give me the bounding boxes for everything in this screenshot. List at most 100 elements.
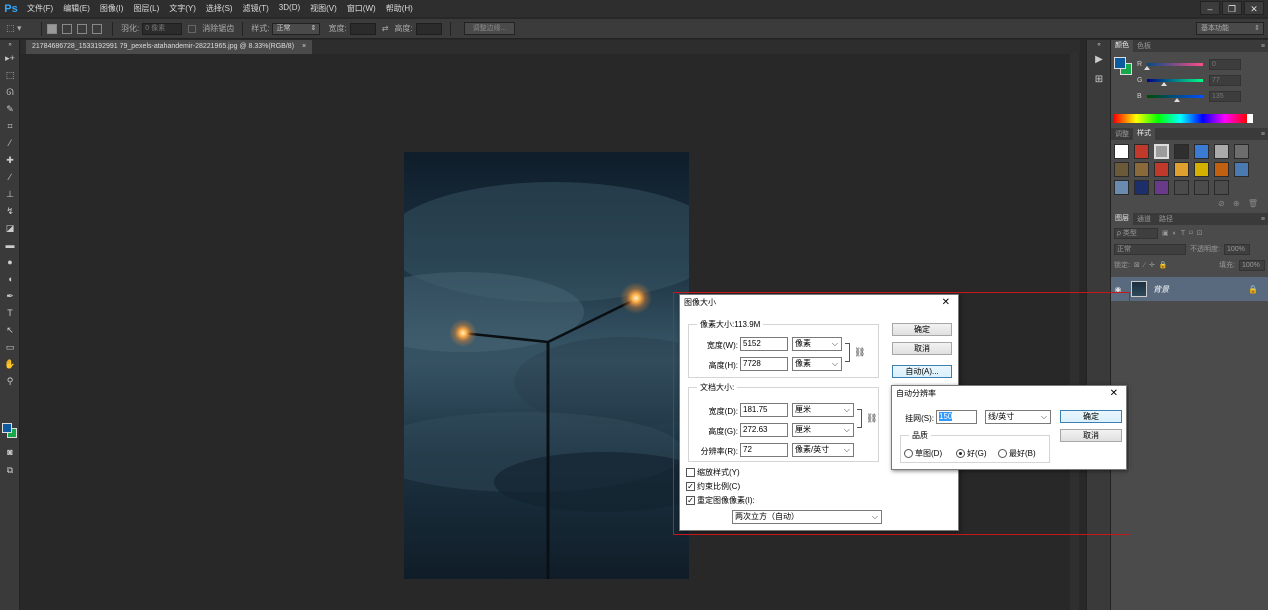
style-swatch[interactable] [1154, 162, 1169, 177]
menu-item[interactable]: 选择(S) [201, 3, 238, 14]
style-swatch[interactable] [1154, 180, 1169, 195]
style-swatch[interactable] [1114, 162, 1129, 177]
style-swatch[interactable] [1234, 144, 1249, 159]
channel-slider[interactable] [1144, 62, 1203, 70]
close-icon[interactable]: ✕ [1110, 386, 1118, 401]
crop-tool-icon[interactable]: ⌗ [0, 118, 20, 135]
intersect-selection-icon[interactable] [92, 23, 102, 34]
dodge-tool-icon[interactable]: ◖ [0, 271, 20, 288]
constrain-proportions-checkbox[interactable]: ✓ 约束比例(C) [686, 481, 740, 492]
tab-adjustments[interactable]: 调整 [1111, 129, 1133, 139]
properties-icon[interactable]: ⊞ [1087, 70, 1111, 90]
channel-value-input[interactable]: 0 [1209, 58, 1241, 70]
pixel-width-input[interactable]: 5152 [740, 337, 788, 351]
lock-all-icon[interactable]: 🔒 [1159, 261, 1168, 269]
style-select[interactable]: 正常 ⇕ [272, 22, 321, 35]
auto-button[interactable]: 自动(A)... [892, 365, 952, 378]
layer-row-background[interactable]: ◉ 背景 🔒 [1111, 277, 1268, 301]
gradient-tool-icon[interactable]: ▬ [0, 237, 20, 254]
shape-tool-icon[interactable]: ▭ [0, 339, 20, 356]
panel-menu-icon[interactable]: ≡ [1261, 216, 1265, 223]
vertical-scrollbar[interactable] [1070, 54, 1079, 610]
scale-styles-checkbox[interactable]: 缩放样式(Y) [686, 467, 740, 478]
type-tool-icon[interactable]: T [0, 305, 20, 322]
minimize-button[interactable]: – [1200, 1, 1220, 15]
menu-item[interactable]: 窗口(W) [342, 3, 381, 14]
style-swatch[interactable] [1194, 180, 1209, 195]
tab-paths[interactable]: 路径 [1155, 214, 1177, 224]
cancel-button[interactable]: 取消 [892, 342, 952, 355]
style-swatch[interactable] [1214, 162, 1229, 177]
panel-menu-icon[interactable]: ≡ [1261, 131, 1265, 138]
path-select-tool-icon[interactable]: ↖ [0, 322, 20, 339]
blend-mode-select[interactable]: 正常 [1114, 243, 1186, 255]
zoom-tool-icon[interactable]: ⚲ [0, 373, 20, 390]
resolution-input[interactable]: 72 [740, 443, 788, 457]
style-swatch[interactable] [1194, 144, 1209, 159]
clear-style-icon[interactable]: ⊘ [1218, 199, 1225, 208]
ok-button[interactable]: 确定 [1060, 410, 1122, 423]
fill-input[interactable]: 100% [1239, 259, 1265, 271]
doc-height-input[interactable]: 272.63 [740, 423, 788, 437]
smart-filter-icon[interactable]: ⊡ [1197, 229, 1203, 237]
menu-item[interactable]: 图层(L) [128, 3, 164, 14]
pen-tool-icon[interactable]: ✒ [0, 288, 20, 305]
screen-mode-icon[interactable]: ⧉ [0, 462, 20, 479]
foreground-color-swatch[interactable] [2, 423, 12, 433]
foreground-color-swatch[interactable] [1114, 57, 1126, 69]
style-swatch[interactable] [1174, 180, 1189, 195]
style-swatch[interactable] [1174, 144, 1189, 159]
collapse-icon[interactable]: » [0, 40, 20, 50]
resolution-unit-select[interactable]: 像素/英寸 ⌵ [792, 443, 854, 457]
style-swatch[interactable] [1134, 144, 1149, 159]
doc-height-unit-select[interactable]: 厘米 ⌵ [792, 423, 854, 437]
move-tool-icon[interactable]: ▸+ [0, 50, 20, 67]
ok-button[interactable]: 确定 [892, 323, 952, 336]
channel-slider[interactable] [1147, 78, 1203, 86]
collapse-icon[interactable]: « [1087, 40, 1111, 50]
tab-layers[interactable]: 图层 [1111, 213, 1133, 225]
menu-item[interactable]: 文件(F) [22, 3, 58, 14]
hand-tool-icon[interactable]: ✋ [0, 356, 20, 373]
type-filter-icon[interactable]: T [1181, 230, 1185, 237]
height-input[interactable] [415, 22, 442, 35]
pixel-width-unit-select[interactable]: 像素 ⌵ [792, 337, 842, 351]
layer-kind-filter[interactable]: ρ 类型 [1114, 227, 1158, 239]
menu-item[interactable]: 滤镜(T) [238, 3, 274, 14]
antialias-checkbox[interactable] [188, 24, 197, 33]
quick-mask-icon[interactable]: ◙ [0, 444, 20, 461]
screen-input[interactable]: 150 [936, 410, 977, 424]
tab-swatches[interactable]: 色板 [1133, 41, 1155, 51]
quality-radio[interactable]: 最好(B) [998, 448, 1036, 459]
color-spectrum[interactable] [1114, 114, 1253, 123]
menu-item[interactable]: 文字(Y) [164, 3, 201, 14]
restore-button[interactable]: ❐ [1222, 1, 1242, 15]
history-brush-tool-icon[interactable]: ↯ [0, 203, 20, 220]
eyedropper-tool-icon[interactable]: ⁄ [0, 135, 20, 152]
menu-item[interactable]: 3D(D) [274, 3, 305, 14]
style-swatch[interactable] [1114, 144, 1129, 159]
delete-style-icon[interactable]: 🗑 [1248, 199, 1258, 208]
channel-value-input[interactable]: 77 [1209, 74, 1241, 86]
quick-select-tool-icon[interactable]: ✎ [0, 101, 20, 118]
pixel-height-unit-select[interactable]: 像素 ⌵ [792, 357, 842, 371]
style-swatch[interactable] [1114, 180, 1129, 195]
style-swatch[interactable] [1214, 180, 1229, 195]
workspace-select[interactable]: 基本功能 ⇕ [1196, 22, 1264, 35]
stamp-tool-icon[interactable]: ⊥ [0, 186, 20, 203]
close-icon[interactable]: ✕ [942, 295, 950, 311]
play-actions-icon[interactable]: ▶ [1087, 50, 1111, 70]
slider-thumb[interactable] [1173, 97, 1180, 102]
brush-tool-icon[interactable]: ∕ [0, 169, 20, 186]
menu-item[interactable]: 帮助(H) [381, 3, 418, 14]
swap-icon[interactable]: ⇄ [382, 24, 389, 33]
tab-styles[interactable]: 样式 [1133, 128, 1155, 140]
lock-brush-icon[interactable]: ∕ [1144, 262, 1145, 269]
white-swatch[interactable] [1247, 114, 1253, 123]
lock-pixels-icon[interactable]: ⊠ [1134, 261, 1140, 269]
healing-brush-tool-icon[interactable]: ✚ [0, 152, 20, 169]
tab-color[interactable]: 颜色 [1111, 40, 1133, 52]
lock-position-icon[interactable]: ✛ [1149, 261, 1155, 269]
style-swatch[interactable] [1234, 162, 1249, 177]
blur-tool-icon[interactable]: ● [0, 254, 20, 271]
